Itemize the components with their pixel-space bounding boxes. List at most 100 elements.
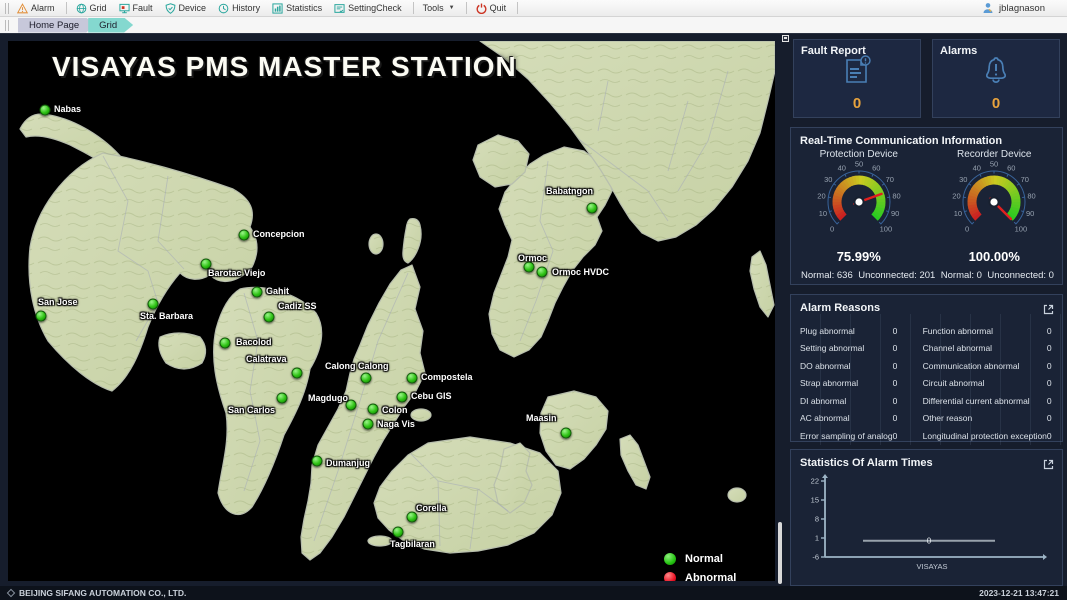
svg-text:80: 80 [892,192,900,201]
alarm-reason-row: Channel abnormal0 [923,340,1067,358]
alarm-reason-row: Plug abnormal0 [800,322,913,340]
abnormal-status-icon [664,572,676,581]
station-marker-concepcion[interactable] [239,230,250,241]
user-name: jblagnason [999,3,1045,14]
station-marker-calatrava[interactable] [292,368,303,379]
tab-grid[interactable]: Grid [88,18,133,33]
fault-report-card[interactable]: Fault Report 0 [793,39,921,118]
station-marker-gahit[interactable] [252,287,263,298]
legend-label: Normal [685,553,723,565]
station-marker-naga-vis[interactable] [363,419,374,430]
fault-button[interactable]: Fault [114,2,160,15]
gauge-label: Protection Device [791,149,927,160]
station-marker-cebu-gis[interactable] [397,392,408,403]
alarm-reason-label: Circuit abnormal [923,378,1047,388]
history-button[interactable]: History [213,2,267,15]
monitor-icon [119,3,130,14]
station-marker-cadiz-ss[interactable] [264,312,275,323]
alarm-reason-value: 0 [893,396,913,406]
station-marker-san-carlos[interactable] [277,393,288,404]
panel-collapse-icon[interactable] [782,35,789,42]
alarm-reason-value: 0 [1047,343,1067,353]
svg-text:80: 80 [1028,192,1036,201]
tabbar-drag-handle[interactable] [5,20,9,31]
vertical-scrollbar-thumb[interactable] [778,522,782,584]
gauge-protection-device: Protection Device01020304050607080901007… [791,149,927,264]
station-marker-nabas[interactable] [40,105,51,116]
grid-button[interactable]: Grid [71,2,114,15]
device-button[interactable]: Device [160,2,214,15]
station-marker-corella[interactable] [407,512,418,523]
station-label: Magdugo [308,393,348,403]
alarm-reason-label: Channel abnormal [923,343,1047,353]
toolbar-separator [517,2,518,14]
map-legend: Normal Abnormal [664,553,736,581]
toolbar-drag-handle[interactable] [5,3,9,14]
tools-button[interactable]: Tools▼ [418,2,462,14]
svg-text:90: 90 [1026,209,1034,218]
fault-report-icon [842,54,872,91]
station-label: Nabas [54,104,81,114]
chart-point-label: 0 [927,536,932,545]
expand-icon[interactable] [1043,457,1054,475]
tab-home-page[interactable]: Home Page [18,18,95,33]
svg-text:20: 20 [817,192,825,201]
station-marker-calong-calong[interactable] [361,373,372,384]
station-label: Sta. Barbara [140,311,193,321]
station-label: San Carlos [228,405,275,415]
svg-text:22: 22 [811,477,819,486]
alarm-reason-label: DO abnormal [800,361,893,371]
chart-category-label: VISAYAS [917,562,948,571]
legend-label: Abnormal [685,572,736,581]
station-marker-dumanjug[interactable] [312,456,323,467]
alarm-times-chart: 221581-60VISAYAS [791,469,1062,586]
alarm-button[interactable]: Alarm [12,2,62,15]
gauge-recorder-device: Recorder Device0102030405060708090100100… [927,149,1063,264]
station-label: Dumanjug [326,458,370,468]
quit-button[interactable]: Quit [471,2,514,15]
station-label: Concepcion [253,229,305,239]
station-marker-bacolod[interactable] [220,338,231,349]
toolbar-button-label: Tools [423,3,444,13]
normal-status-icon [664,553,676,565]
power-icon [476,3,487,14]
station-label: Colon [382,405,408,415]
alarm-reason-label: Plug abnormal [800,326,893,336]
visayas-map[interactable]: VISAYAS PMS MASTER STATION NabasSan Jose… [8,41,775,581]
station-marker-san-jose[interactable] [36,311,47,322]
station-label: Naga Vis [377,419,415,429]
alarm-icon [17,3,28,14]
alarm-reason-value: 0 [1047,431,1067,441]
alarm-reasons-title: Alarm Reasons [791,295,1062,314]
toolbar-separator [466,2,467,14]
alarm-reason-value: 0 [1047,361,1067,371]
svg-text:-6: -6 [812,553,819,562]
user-account[interactable]: jblagnason [982,2,1045,14]
company-logo-icon [7,589,15,597]
toolbar-button-label: Device [179,3,207,13]
station-marker-colon[interactable] [368,404,379,415]
station-marker-sta-barbara[interactable] [148,299,159,310]
station-marker-ormoc-hvdc[interactable] [537,267,548,278]
station-label: Cadiz SS [278,301,317,311]
station-marker-babatngon[interactable] [587,203,598,214]
station-marker-maasin[interactable] [561,428,572,439]
alarm-reason-row: Setting abnormal0 [800,340,913,358]
svg-text:10: 10 [818,209,826,218]
station-label: Corella [416,503,447,513]
alarm-reason-label: Communication abnormal [923,361,1047,371]
comm-stat: Unconnected: 0 [987,270,1054,281]
station-label: Compostela [421,372,473,382]
svg-text:8: 8 [815,515,819,524]
settingcheck-button[interactable]: SettingCheck [329,2,409,15]
statistics-button[interactable]: Statistics [267,2,329,15]
toolbar-button-label: Statistics [286,3,322,13]
station-marker-ormoc[interactable] [524,262,535,273]
svg-text:0: 0 [830,224,834,233]
svg-text:90: 90 [891,209,899,218]
station-label: Barotac Viejo [208,268,265,278]
svg-text:50: 50 [855,160,863,169]
station-marker-tagbilaran[interactable] [393,527,404,538]
station-marker-compostela[interactable] [407,373,418,384]
alarms-card[interactable]: Alarms 0 [932,39,1060,118]
